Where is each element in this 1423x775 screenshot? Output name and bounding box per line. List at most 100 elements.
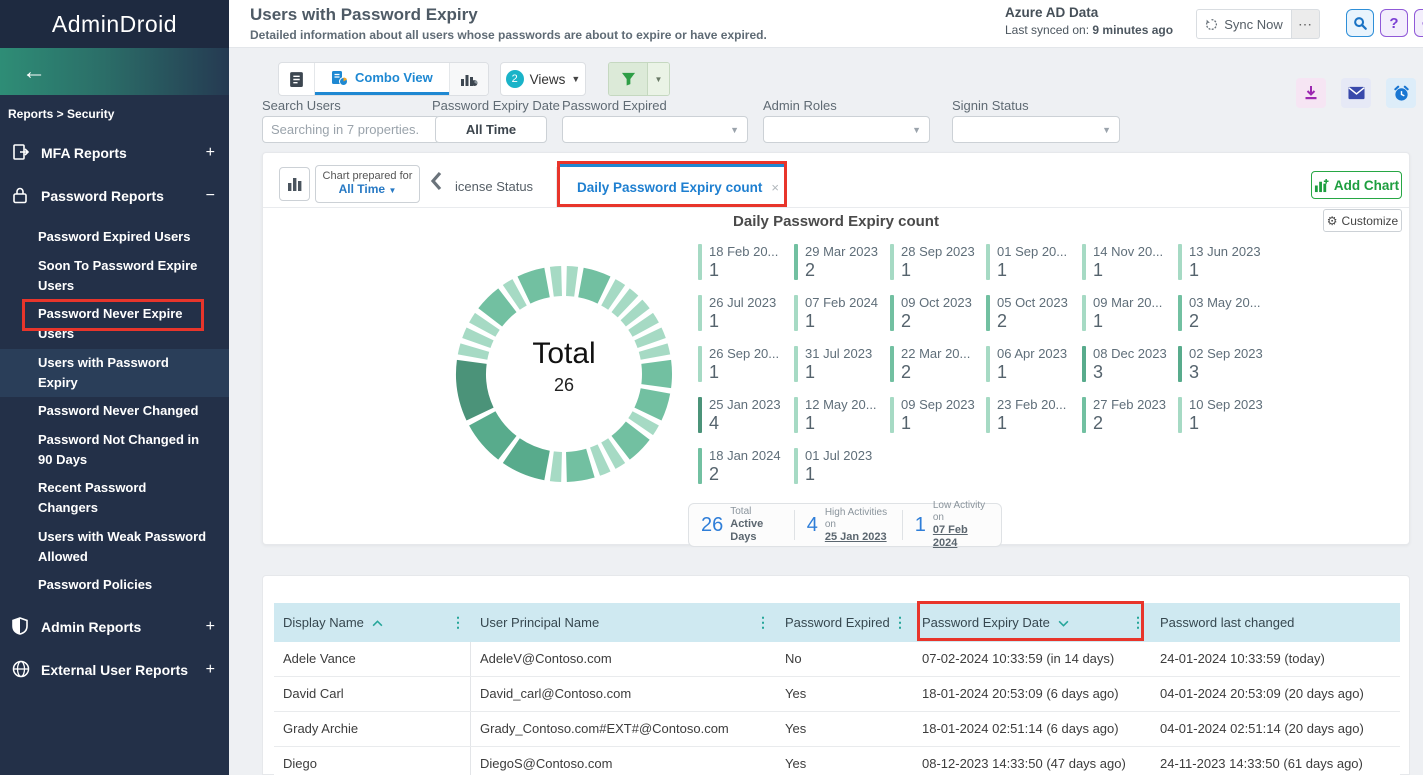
legend-item[interactable]: 10 Sep 20231 bbox=[1178, 397, 1274, 434]
add-chart-button[interactable]: Add Chart bbox=[1311, 171, 1402, 199]
sidebar-section-password-reports[interactable]: Password Reports− bbox=[0, 174, 229, 217]
combo-view-label: Combo View bbox=[355, 70, 433, 85]
sidebar-item-password-not-changed-in-90-days[interactable]: Password Not Changed in 90 Days bbox=[0, 426, 229, 475]
legend-color-bar bbox=[890, 295, 894, 331]
password-expiry-date-button[interactable]: All Time bbox=[435, 116, 547, 143]
legend-count: 4 bbox=[709, 413, 781, 434]
plus-icon[interactable]: + bbox=[206, 144, 215, 162]
donut-segment[interactable] bbox=[550, 451, 562, 482]
sidebar-section-mfa-reports[interactable]: MFA Reports+ bbox=[0, 131, 229, 174]
filter-button[interactable]: ▼ bbox=[608, 62, 670, 96]
donut-chart[interactable] bbox=[449, 259, 679, 489]
table-view-button[interactable] bbox=[279, 63, 315, 95]
legend-item[interactable]: 29 Mar 20232 bbox=[794, 244, 890, 281]
email-button[interactable] bbox=[1341, 78, 1371, 108]
sidebar-item-password-never-changed[interactable]: Password Never Changed bbox=[0, 397, 229, 426]
column-header-user-principal-name[interactable]: User Principal Name⋮ bbox=[471, 603, 776, 642]
legend-item[interactable]: 22 Mar 20...2 bbox=[890, 346, 986, 383]
donut-segment[interactable] bbox=[469, 411, 516, 459]
legend-item[interactable]: 28 Sep 20231 bbox=[890, 244, 986, 281]
stat-cell: 26TotalActive Days bbox=[689, 510, 794, 540]
combo-view-tab[interactable]: Combo View bbox=[315, 63, 449, 95]
donut-segment[interactable] bbox=[566, 266, 578, 297]
legend-item[interactable]: 05 Oct 20232 bbox=[986, 295, 1082, 332]
legend-item[interactable]: 08 Dec 20233 bbox=[1082, 346, 1178, 383]
admin-roles-select[interactable]: ▼ bbox=[763, 116, 930, 143]
legend-item[interactable]: 03 May 20...2 bbox=[1178, 295, 1274, 332]
legend-item[interactable]: 18 Feb 20...1 bbox=[698, 244, 794, 281]
legend-item[interactable]: 06 Apr 20231 bbox=[986, 346, 1082, 383]
legend-item[interactable]: 13 Jun 20231 bbox=[1178, 244, 1274, 281]
legend-item[interactable]: 14 Nov 20...1 bbox=[1082, 244, 1178, 281]
legend-item[interactable]: 25 Jan 20234 bbox=[698, 397, 794, 434]
sidebar-item-users-with-password-expiry[interactable]: Users with Password Expiry bbox=[0, 349, 229, 398]
sidebar-item-password-policies[interactable]: Password Policies bbox=[0, 571, 229, 600]
help-button[interactable]: ? bbox=[1380, 9, 1408, 37]
sync-now-button[interactable]: Sync Now bbox=[1196, 9, 1292, 39]
legend-item[interactable]: 01 Sep 20...1 bbox=[986, 244, 1082, 281]
chart-prepared-for-button[interactable]: Chart prepared for All Time ▼ bbox=[315, 165, 420, 203]
donut-segment[interactable] bbox=[566, 449, 595, 482]
legend-item[interactable]: 02 Sep 20233 bbox=[1178, 346, 1274, 383]
column-header-password-last-changed[interactable]: Password last changed bbox=[1151, 603, 1400, 642]
sidebar-item-soon-to-password-expire-users[interactable]: Soon To Password Expire Users bbox=[0, 252, 229, 301]
column-header-display-name[interactable]: Display Name⋮ bbox=[274, 603, 471, 642]
column-header-password-expired[interactable]: Password Expired⋮ bbox=[776, 603, 913, 642]
support-button[interactable] bbox=[1414, 9, 1423, 37]
close-icon[interactable]: × bbox=[771, 180, 779, 195]
legend-item[interactable]: 23 Feb 20...1 bbox=[986, 397, 1082, 434]
filter-caret-segment[interactable]: ▼ bbox=[647, 63, 669, 95]
legend-item[interactable]: 09 Mar 20...1 bbox=[1082, 295, 1178, 332]
column-menu-icon[interactable]: ⋮ bbox=[893, 603, 907, 642]
legend-item[interactable]: 18 Jan 20242 bbox=[698, 448, 794, 485]
table-row[interactable]: David CarlDavid_carl@Contoso.comYes18-01… bbox=[274, 677, 1400, 712]
table-row[interactable]: Adele VanceAdeleV@Contoso.comNo07-02-202… bbox=[274, 642, 1400, 677]
sidebar-item-recent-password-changers[interactable]: Recent Password Changers bbox=[0, 474, 229, 523]
views-dropdown-button[interactable]: 2 Views ▼ bbox=[500, 62, 586, 96]
table-cell: 07-02-2024 10:33:59 (in 14 days) bbox=[913, 642, 1151, 676]
tab-daily-password-expiry-count[interactable]: Daily Password Expiry count × bbox=[559, 164, 787, 208]
legend-item[interactable]: 27 Feb 20232 bbox=[1082, 397, 1178, 434]
tab-scroll-left-button[interactable] bbox=[428, 171, 444, 196]
password-expired-select[interactable]: ▼ bbox=[562, 116, 748, 143]
sidebar-section-external-user-reports[interactable]: External User Reports+ bbox=[0, 649, 229, 692]
column-menu-icon[interactable]: ⋮ bbox=[1131, 603, 1145, 642]
search-button[interactable] bbox=[1346, 9, 1374, 37]
chart-type-button[interactable] bbox=[279, 167, 310, 201]
chart-view-button[interactable] bbox=[449, 63, 488, 95]
plus-icon[interactable]: + bbox=[206, 661, 215, 679]
donut-segment[interactable] bbox=[503, 438, 550, 480]
legend-color-bar bbox=[698, 397, 702, 433]
table-cell: 18-01-2024 20:53:09 (6 days ago) bbox=[913, 677, 1151, 711]
stat-label-line2[interactable]: 25 Jan 2023 bbox=[825, 531, 890, 544]
legend-item[interactable]: 26 Jul 20231 bbox=[698, 295, 794, 332]
legend-item[interactable]: 09 Sep 20231 bbox=[890, 397, 986, 434]
back-button[interactable]: ← bbox=[0, 48, 229, 95]
legend-item[interactable]: 01 Jul 20231 bbox=[794, 448, 890, 485]
legend-item[interactable]: 07 Feb 20241 bbox=[794, 295, 890, 332]
column-menu-icon[interactable]: ⋮ bbox=[451, 603, 465, 642]
legend-item[interactable]: 12 May 20...1 bbox=[794, 397, 890, 434]
filter-icon-segment[interactable] bbox=[609, 63, 647, 95]
plus-icon[interactable]: + bbox=[206, 618, 215, 636]
column-header-password-expiry-date[interactable]: Password Expiry Date⋮ bbox=[913, 603, 1151, 642]
signin-status-select[interactable]: ▼ bbox=[952, 116, 1120, 143]
sync-more-button[interactable]: ⋯ bbox=[1292, 9, 1320, 39]
legend-item[interactable]: 09 Oct 20232 bbox=[890, 295, 986, 332]
legend-item[interactable]: 26 Sep 20...1 bbox=[698, 346, 794, 383]
search-users-input[interactable] bbox=[262, 116, 440, 143]
stat-label-line2[interactable]: 07 Feb 2024 bbox=[933, 524, 989, 550]
column-menu-icon[interactable]: ⋮ bbox=[756, 603, 770, 642]
legend-item[interactable]: 31 Jul 20231 bbox=[794, 346, 890, 383]
download-button[interactable] bbox=[1296, 78, 1326, 108]
sidebar-item-password-never-expire-users[interactable]: Password Never Expire Users bbox=[0, 300, 229, 349]
alert-schedule-button[interactable] bbox=[1386, 78, 1416, 108]
sidebar-item-password-expired-users[interactable]: Password Expired Users bbox=[0, 223, 229, 252]
sidebar-item-users-with-weak-password-allowed[interactable]: Users with Weak Password Allowed bbox=[0, 523, 229, 572]
table-row[interactable]: DiegoDiegoS@Contoso.comYes08-12-2023 14:… bbox=[274, 747, 1400, 775]
tab-license-status[interactable]: icense Status bbox=[455, 167, 557, 207]
sidebar-section-admin-reports[interactable]: Admin Reports+ bbox=[0, 606, 229, 649]
minus-icon[interactable]: − bbox=[206, 187, 215, 205]
donut-segment[interactable] bbox=[550, 266, 562, 297]
table-row[interactable]: Grady ArchieGrady_Contoso.com#EXT#@Conto… bbox=[274, 712, 1400, 747]
